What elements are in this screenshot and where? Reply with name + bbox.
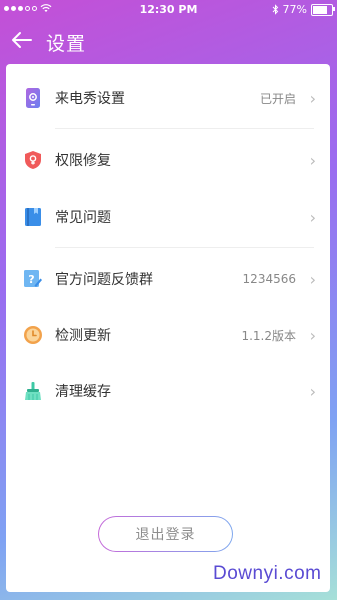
broom-icon [22, 380, 44, 402]
setting-value: 1.1.2版本 [241, 328, 296, 343]
battery-percent: 77% [282, 3, 307, 16]
logout-button[interactable]: 退出登录 [98, 516, 233, 552]
chevron-right-icon: › [309, 325, 316, 345]
setting-check-update[interactable]: 检测更新 1.1.2版本 › [6, 315, 330, 355]
clock-icon [22, 324, 44, 346]
setting-value: 已开启 [259, 91, 296, 106]
shield-icon [22, 149, 44, 171]
setting-call-show[interactable]: 来电秀设置 已开启 › [6, 78, 330, 118]
chevron-right-icon: › [309, 269, 316, 289]
divider [55, 247, 314, 248]
divider [55, 128, 314, 129]
setting-label: 来电秀设置 [55, 91, 125, 107]
chevron-right-icon: › [309, 88, 316, 108]
book-icon [22, 206, 44, 228]
chevron-right-icon: › [309, 207, 316, 227]
phone-settings-icon [22, 87, 44, 109]
logout-label: 退出登录 [99, 517, 232, 551]
setting-permission-repair[interactable]: 权限修复 › [6, 140, 330, 180]
setting-label: 官方问题反馈群 [55, 272, 153, 288]
setting-label: 检测更新 [55, 328, 111, 344]
setting-clear-cache[interactable]: 清理缓存 › [6, 371, 330, 411]
setting-label: 清理缓存 [55, 384, 111, 400]
settings-card: 来电秀设置 已开启 › 权限修复 › 常见问题 › ? 官方问题反馈群 1234… [6, 64, 330, 592]
status-bar: 12:30 PM 77% [0, 0, 337, 20]
setting-label: 权限修复 [55, 153, 111, 169]
setting-feedback-group[interactable]: ? 官方问题反馈群 1234566 › [6, 259, 330, 299]
bluetooth-icon [272, 4, 278, 15]
question-icon: ? [22, 268, 44, 290]
header: 设置 [0, 22, 337, 60]
status-right: 77% [272, 3, 335, 16]
watermark-text: Downyi.com [213, 563, 322, 584]
svg-text:?: ? [28, 273, 34, 286]
setting-value: 1234566 [242, 272, 296, 286]
page-title: 设置 [46, 33, 87, 55]
setting-label: 常见问题 [55, 210, 111, 226]
chevron-right-icon: › [309, 381, 316, 401]
setting-faq[interactable]: 常见问题 › [6, 197, 330, 237]
battery-icon [311, 3, 335, 16]
back-arrow-icon[interactable] [10, 26, 34, 54]
chevron-right-icon: › [309, 150, 316, 170]
